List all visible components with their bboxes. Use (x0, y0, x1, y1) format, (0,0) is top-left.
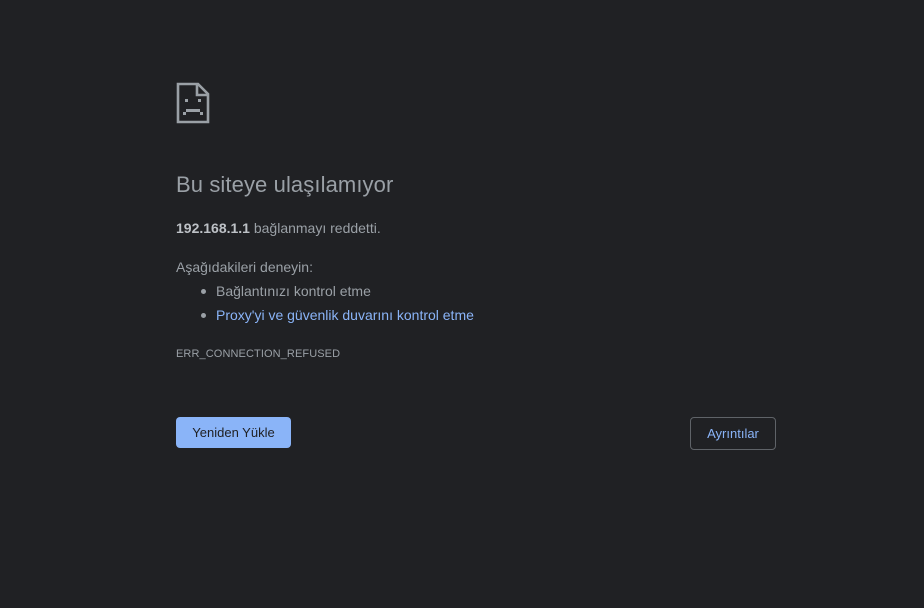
proxy-firewall-link[interactable]: Proxy'yi ve güvenlik duvarını kontrol et… (216, 307, 474, 323)
try-label: Aşağıdakileri deneyin: (176, 259, 313, 275)
page-title: Bu siteye ulaşılamıyor (176, 172, 394, 197)
suggestion-check-proxy-firewall[interactable]: Proxy'yi ve güvenlik duvarını kontrol et… (176, 307, 474, 331)
suggestion-check-connection: Bağlantınızı kontrol etme (176, 283, 474, 307)
host-address: 192.168.1.1 (176, 220, 250, 236)
suggestion-label: Bağlantınızı kontrol etme (216, 283, 371, 299)
error-page: Bu siteye ulaşılamıyor 192.168.1.1 bağla… (0, 0, 924, 608)
details-button[interactable]: Ayrıntılar (690, 417, 776, 450)
refused-text: bağlanmayı reddetti. (249, 220, 381, 236)
refused-message: 192.168.1.1 bağlanmayı reddetti. (176, 220, 381, 236)
error-code: ERR_CONNECTION_REFUSED (176, 348, 341, 360)
sad-page-icon (176, 82, 210, 124)
suggestions-list: Bağlantınızı kontrol etme Proxy'yi ve gü… (176, 283, 474, 331)
reload-button[interactable]: Yeniden Yükle (176, 417, 291, 448)
